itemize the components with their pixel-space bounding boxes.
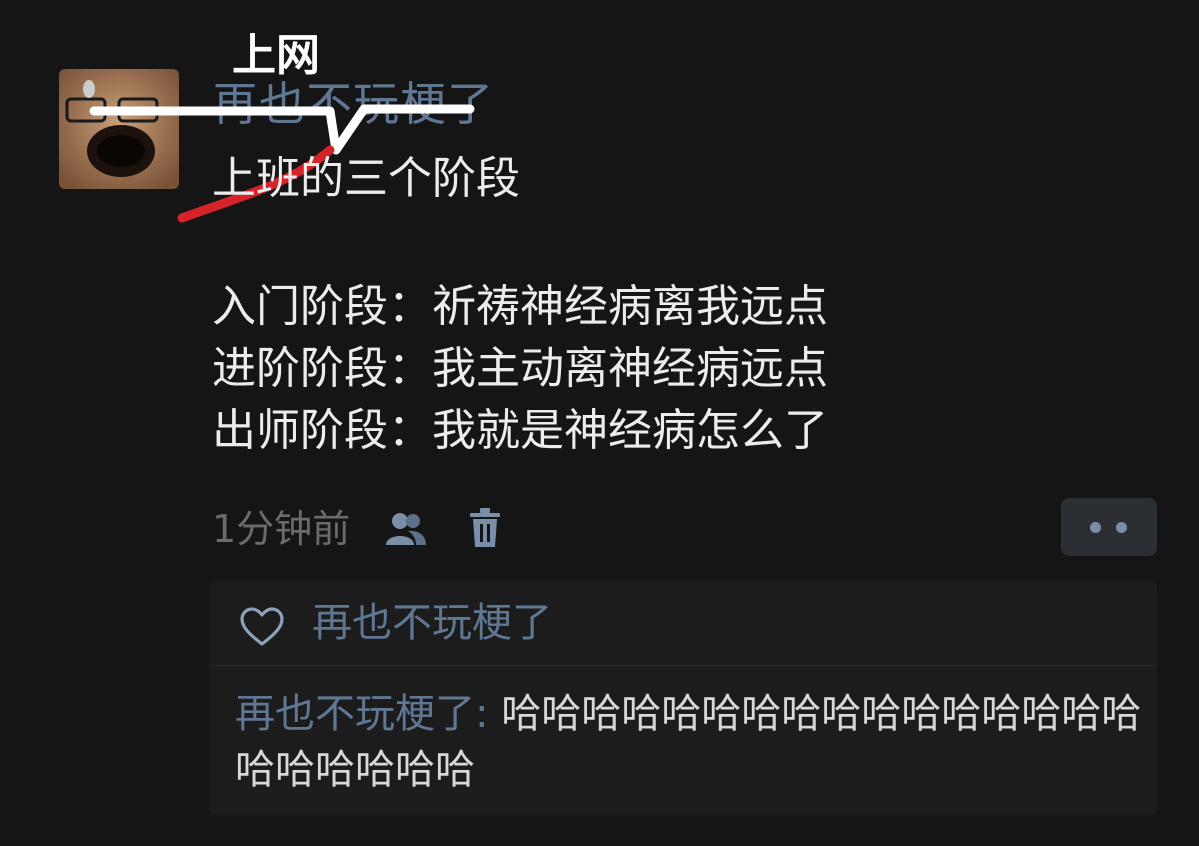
dot bbox=[1116, 522, 1127, 533]
likes-comments-panel: 再也不玩梗了 再也不玩梗了: 哈哈哈哈哈哈哈哈哈哈哈哈哈哈哈哈哈哈哈哈哈哈 bbox=[209, 581, 1157, 815]
avatar[interactable] bbox=[59, 69, 179, 189]
post-stage-line: 出师阶段：我就是神经病怎么了 bbox=[212, 405, 828, 456]
overlay-label: 上网 bbox=[232, 30, 320, 81]
friends-visibility-icon[interactable] bbox=[384, 509, 428, 549]
comment-separator: : bbox=[475, 691, 502, 737]
post-title-line: 上班的三个阶段 bbox=[212, 153, 520, 204]
comment-author[interactable]: 再也不玩梗了 bbox=[235, 691, 475, 737]
post-timestamp: 1分钟前 bbox=[212, 507, 351, 551]
post-stage-line: 入门阶段：祈祷神经病离我远点 bbox=[212, 281, 828, 332]
post-stage-line: 进阶阶段：我主动离神经病远点 bbox=[212, 343, 828, 394]
post-content: 上班的三个阶段 入门阶段：祈祷神经病离我远点 进阶阶段：我主动离神经病远点 出师… bbox=[212, 148, 1112, 462]
trash-icon[interactable] bbox=[468, 507, 502, 549]
divider bbox=[209, 665, 1157, 666]
like-user-name[interactable]: 再也不玩梗了 bbox=[312, 595, 552, 651]
likes-row: 再也不玩梗了 bbox=[209, 581, 1157, 665]
heart-icon bbox=[240, 607, 284, 646]
more-dots-icon[interactable] bbox=[1061, 498, 1157, 556]
dot bbox=[1090, 522, 1101, 533]
comment-item[interactable]: 再也不玩梗了: 哈哈哈哈哈哈哈哈哈哈哈哈哈哈哈哈哈哈哈哈哈哈 bbox=[235, 686, 1157, 798]
post-author-name[interactable]: 再也不玩梗了 bbox=[212, 76, 494, 132]
